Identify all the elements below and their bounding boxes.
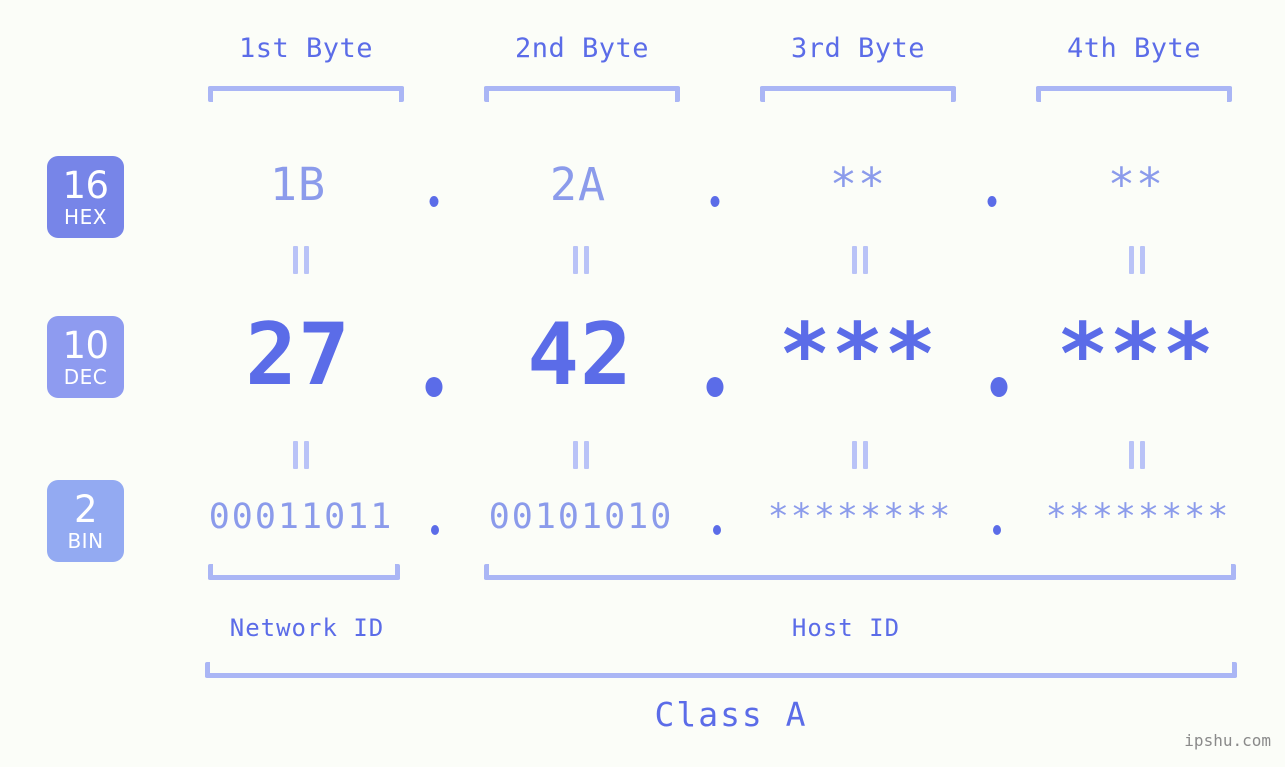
hex-value-byte-4: ** — [1107, 158, 1165, 211]
class-label: Class A — [654, 695, 808, 734]
base-badge-bin-number: 2 — [73, 488, 98, 531]
byte-bracket-3 — [760, 86, 956, 102]
base-badge-bin[interactable]: 2 BIN — [47, 480, 124, 562]
bin-dot-3 — [993, 525, 1001, 535]
dec-value-byte-1: 27 — [245, 305, 351, 405]
base-badge-hex[interactable]: 16 HEX — [47, 156, 124, 238]
bin-value-byte-1: 00011011 — [208, 497, 394, 537]
bin-dot-1 — [431, 525, 439, 535]
class-bracket — [205, 662, 1237, 678]
equals-mark-6 — [573, 441, 589, 469]
base-badge-dec-name: DEC — [63, 365, 108, 389]
hex-value-byte-3: ** — [829, 158, 887, 211]
dec-value-byte-3: *** — [778, 305, 938, 405]
byte-bracket-2 — [484, 86, 680, 102]
network-id-bracket — [208, 564, 400, 580]
site-watermark: ipshu.com — [1184, 731, 1271, 750]
byte-header-2: 2nd Byte — [514, 33, 650, 64]
byte-bracket-4 — [1036, 86, 1232, 102]
dec-dot-2 — [706, 377, 724, 397]
byte-bracket-1 — [208, 86, 404, 102]
dec-dot-3 — [990, 377, 1008, 397]
hex-value-byte-1: 1B — [269, 158, 327, 211]
hex-dot-3 — [987, 196, 997, 207]
base-badge-hex-name: HEX — [64, 205, 107, 229]
base-badge-hex-number: 16 — [62, 164, 109, 207]
equals-mark-3 — [852, 246, 868, 274]
base-badge-bin-name: BIN — [67, 529, 104, 553]
base-badge-dec-number: 10 — [62, 324, 109, 367]
network-id-label: Network ID — [229, 614, 385, 642]
host-id-label: Host ID — [791, 614, 901, 642]
dec-value-byte-4: *** — [1056, 305, 1216, 405]
equals-mark-1 — [293, 246, 309, 274]
hex-value-byte-2: 2A — [549, 158, 607, 211]
bin-value-byte-4: ******** — [1045, 497, 1231, 537]
equals-mark-8 — [1129, 441, 1145, 469]
bin-value-byte-2: 00101010 — [488, 497, 674, 537]
equals-mark-7 — [852, 441, 868, 469]
byte-header-1: 1st Byte — [238, 33, 374, 64]
byte-header-3: 3rd Byte — [790, 33, 926, 64]
dec-value-byte-2: 42 — [527, 305, 633, 405]
host-id-bracket — [484, 564, 1236, 580]
base-badge-dec[interactable]: 10 DEC — [47, 316, 124, 398]
bin-dot-2 — [713, 525, 721, 535]
equals-mark-4 — [1129, 246, 1145, 274]
equals-mark-5 — [293, 441, 309, 469]
hex-dot-1 — [429, 196, 439, 207]
bin-value-byte-3: ******** — [767, 497, 953, 537]
byte-header-4: 4th Byte — [1066, 33, 1202, 64]
dec-dot-1 — [425, 377, 443, 397]
equals-mark-2 — [573, 246, 589, 274]
hex-dot-2 — [710, 196, 720, 207]
